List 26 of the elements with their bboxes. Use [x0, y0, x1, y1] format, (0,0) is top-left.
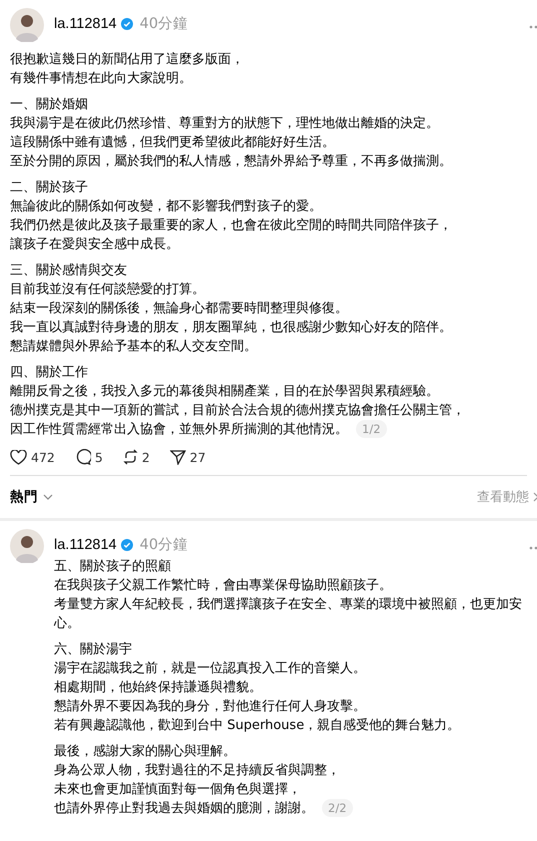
- page-count: 1/2: [356, 420, 387, 438]
- comment-icon: [74, 449, 91, 465]
- repost-button[interactable]: 2: [122, 449, 150, 465]
- comment-button[interactable]: 5: [74, 449, 103, 465]
- post-paragraph: 很抱歉這幾日的新聞佔用了這麼多版面， 有幾件事情想在此向大家說明。: [10, 51, 245, 88]
- send-icon: [170, 450, 186, 464]
- post-paragraph: 五、關於孩子的照顧 在我與孩子父親工作繁忙時，會由專業保母協助照顧孩子。 考量雙方家人年紀較長，我們選擇讓孩子在安全、專業的環境中被照顧，也更加安心。: [54, 558, 523, 633]
- share-button[interactable]: 27: [170, 449, 206, 465]
- chevron-down-icon: [43, 494, 53, 500]
- post-paragraph: 二、關於孩子 無論彼此的關係如何改變，都不影響我們對孩子的愛。 我們仍然是彼此及孩子最重要的家人，也會在彼此空閒的時間共同陪伴孩子， 讓孩子在愛與安全感中成長。: [10, 179, 453, 254]
- post-paragraph: 六、關於湯宇 湯宇在認識我之前，就是一位認真投入工作的音樂人。 相處期間，他始終保持謙遜與禮貌。 懇請外界不要因為我的身分，對他進行任何人身攻擊。 若有興趣認識他，歡迎到台中 Superhouse，親自感受他的舞台魅力。: [54, 641, 462, 735]
- like-button[interactable]: 472: [10, 449, 55, 465]
- post-paragraph: 最後，感謝大家的關心與理解。 身為公眾人物，我對過往的不足持續反省與調整， 未來也會更加謹慎面對每一個角色與選擇， 也請外界停止對我過去與婚姻的臆測，謝謝。 2/2: [54, 742, 524, 818]
- post-paragraph: 四、關於工作 離開反骨之後，我投入多元的幕後與相關產業，目的在於學習與累積經驗。 德州撲克是其中一項新的嘗試，目前於合法合規的德州撲克協會擔任公關主管， 因工作性質需經常出入協會，並無外界所揣測的其他情況。 1/2: [10, 364, 466, 439]
- username[interactable]: la.112814: [54, 16, 117, 32]
- username[interactable]: la.112814: [54, 536, 117, 552]
- avatar-icon[interactable]: [10, 8, 44, 42]
- avatar-icon[interactable]: [10, 529, 44, 563]
- page-count: 2/2: [322, 799, 353, 817]
- repost-icon: [122, 449, 138, 465]
- post-time: 40分鐘: [140, 15, 188, 33]
- post-time: 40分鐘: [140, 536, 188, 554]
- post-paragraph: 一、關於婚姻 我與湯宇是在彼此仍然珍惜、尊重對方的狀態下，理性地做出離婚的決定。 這段關係中雖有遺憾，但我們更希望彼此都能好好生活。 至於分開的原因，屬於我們的私人情感，懇請外界給予尊重，不再多做揣測。: [10, 96, 453, 171]
- heart-icon: [10, 450, 27, 464]
- post-paragraph: 三、關於感情與交友 目前我並沒有任何談戀愛的打算。 結束一段深刻的關係後，無論身心都需要時間整理與修復。 我一直以真誠對待身邊的朋友，朋友圈單純，也很感謝少數知心好友的陪伴。 懇請媒體與外界給予基本的私人交友空間。: [10, 262, 453, 356]
- sort-dropdown[interactable]: 熱門: [10, 488, 53, 506]
